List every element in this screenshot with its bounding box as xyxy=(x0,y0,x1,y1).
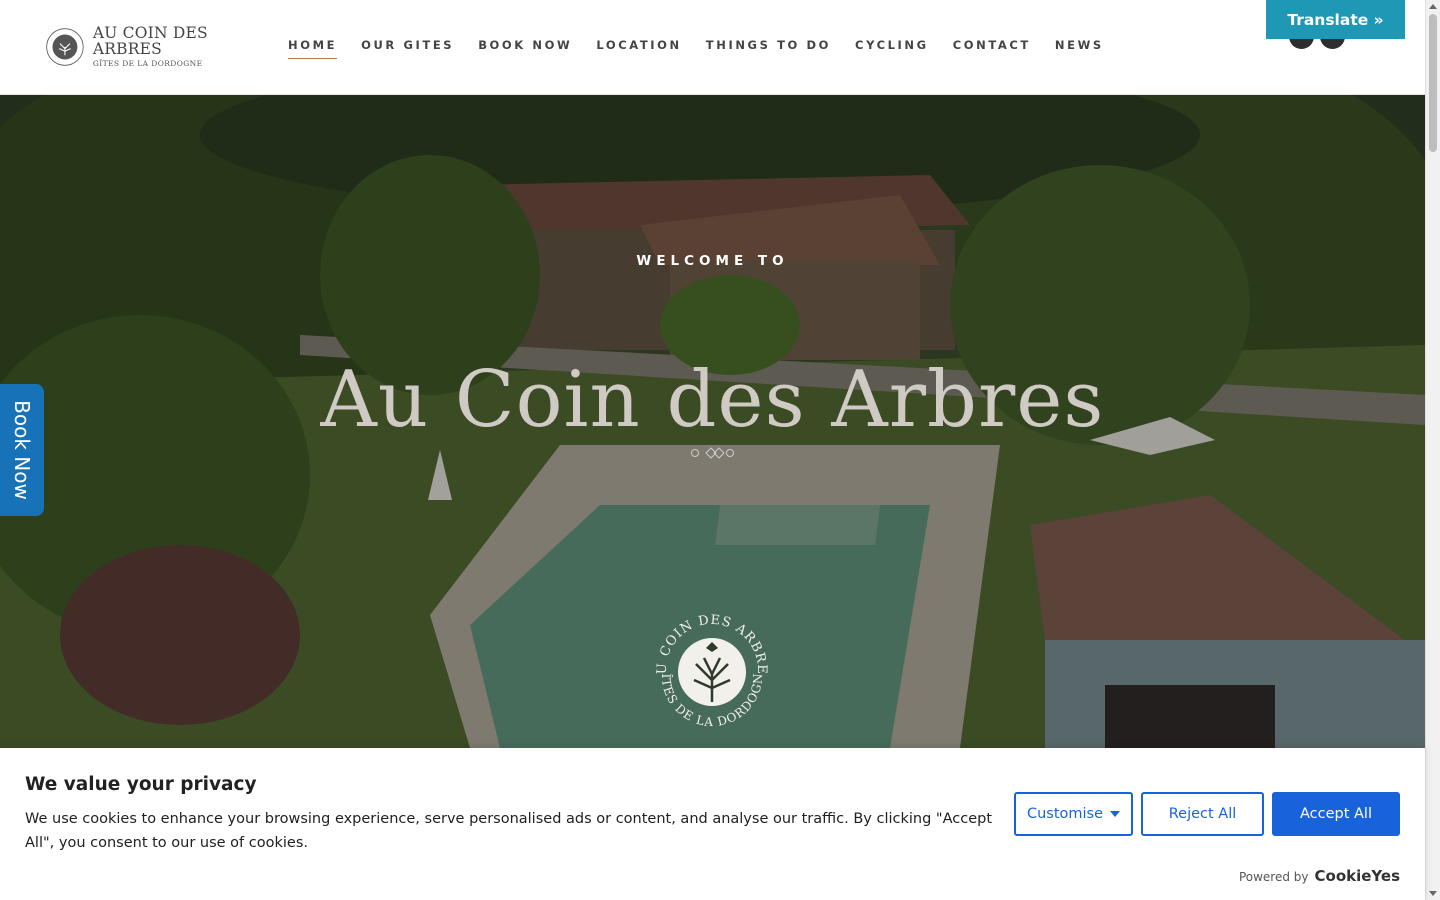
logo-subtitle: GÎTES DE LA DORDOGNE xyxy=(92,59,203,69)
nav-item-location[interactable]: LOCATION xyxy=(596,38,681,59)
customise-button-label: Customise xyxy=(1026,806,1104,822)
nav-item-book-now[interactable]: BOOK NOW xyxy=(478,38,572,59)
nav-item-cycling[interactable]: CYCLING xyxy=(855,38,929,59)
main-nav: HOME OUR GITES BOOK NOW LOCATION THINGS … xyxy=(288,38,1128,59)
book-now-side-tab[interactable]: Book Now xyxy=(0,384,44,516)
site-logo[interactable]: AU COIN DES ARBRES GÎTES DE LA DORDOGNE xyxy=(45,22,250,72)
hero-welcome-text: WELCOME TO xyxy=(636,253,789,269)
nav-item-our-gites[interactable]: OUR GITES xyxy=(361,38,454,59)
cookie-title: We value your privacy xyxy=(25,774,257,795)
cookie-consent-banner: We value your privacy We use cookies to … xyxy=(0,748,1425,900)
nav-item-home[interactable]: HOME xyxy=(288,38,338,59)
scroll-up-arrow-icon[interactable] xyxy=(1429,4,1437,9)
cookie-description: We use cookies to enhance your browsing … xyxy=(25,811,993,851)
powered-by: Powered by CookieYes xyxy=(1239,867,1400,885)
ornament-divider-icon xyxy=(691,447,734,459)
book-now-side-tab-label: Book Now xyxy=(10,400,34,500)
tree-logo-icon xyxy=(46,28,84,66)
caret-down-icon xyxy=(1110,811,1121,817)
page-scrollbar[interactable] xyxy=(1425,0,1440,900)
nav-item-contact[interactable]: CONTACT xyxy=(953,38,1031,59)
translate-button[interactable]: Translate » xyxy=(1266,0,1405,39)
reject-all-button[interactable]: Reject All xyxy=(1141,792,1264,836)
logo-title: AU COIN DES ARBRES xyxy=(92,24,208,58)
scroll-down-arrow-icon[interactable] xyxy=(1429,891,1437,896)
cookieyes-brand-link[interactable]: CookieYes xyxy=(1315,867,1401,885)
hero-title: Au Coin des Arbres xyxy=(320,355,1105,445)
powered-by-label: Powered by xyxy=(1238,870,1309,884)
accept-all-button[interactable]: Accept All xyxy=(1272,792,1400,836)
nav-item-news[interactable]: NEWS xyxy=(1055,38,1104,59)
scroll-thumb[interactable] xyxy=(1429,14,1437,152)
site-header: AU COIN DES ARBRES GÎTES DE LA DORDOGNE … xyxy=(0,0,1425,95)
seal-logo-icon: AU COIN DES ARBRES GÎTES DE LA DORDOGNE xyxy=(648,606,768,729)
nav-item-things-to-do[interactable]: THINGS TO DO xyxy=(706,38,831,59)
hero-section: WELCOME TO Au Coin des Arbres AU COIN DE… xyxy=(0,95,1425,748)
customise-button[interactable]: Customise xyxy=(1014,792,1133,836)
